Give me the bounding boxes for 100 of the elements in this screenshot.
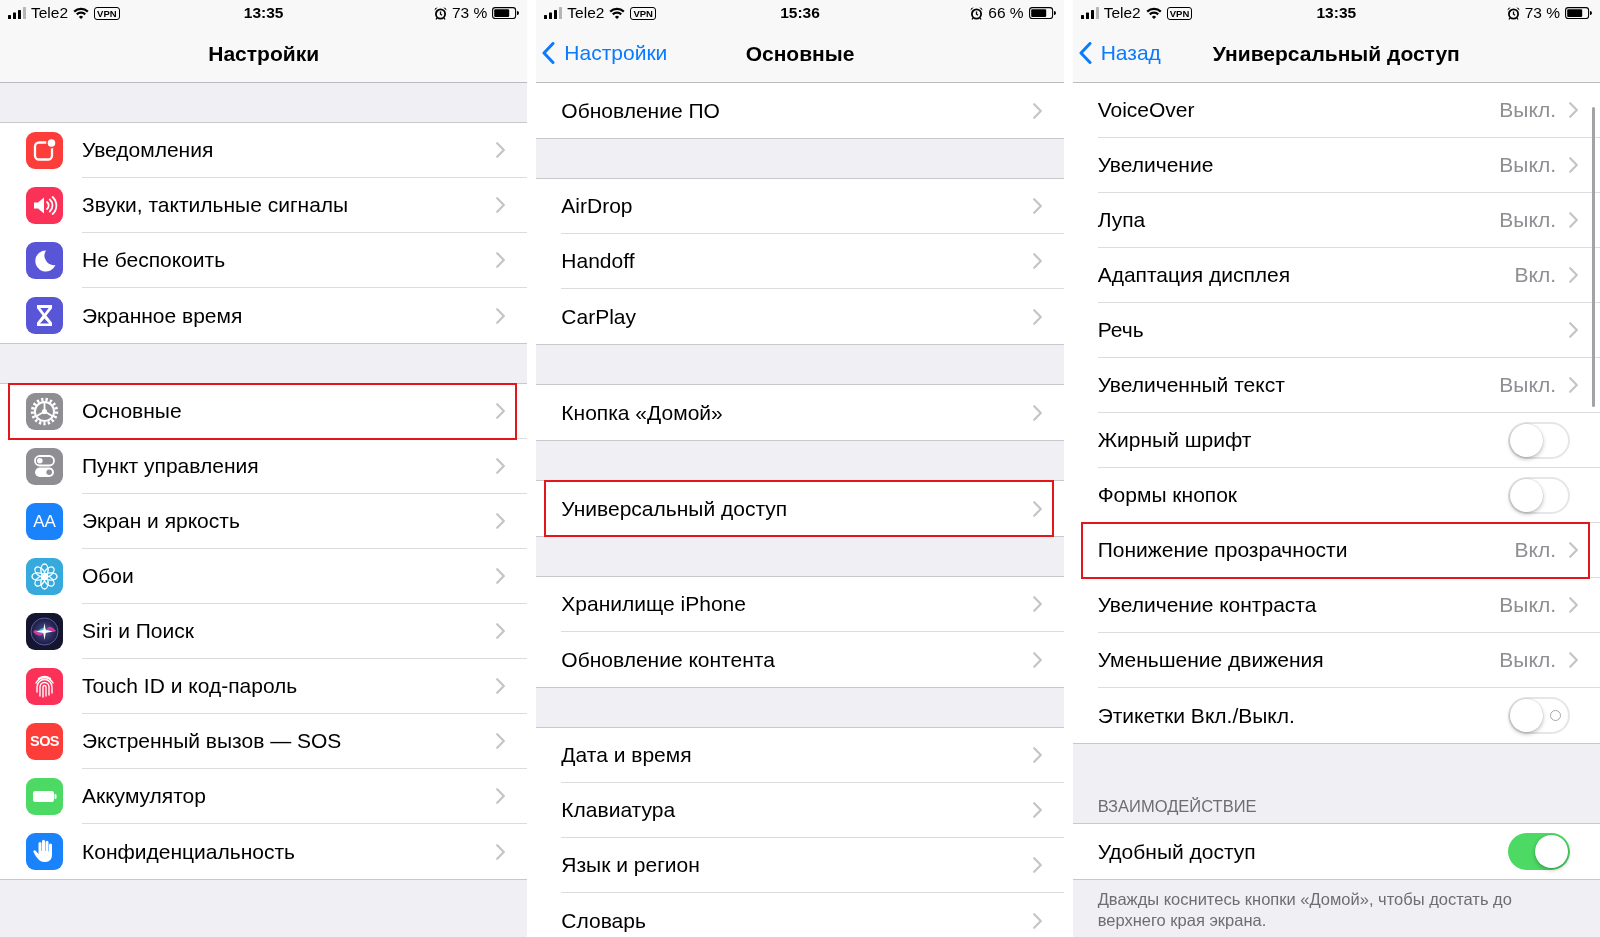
setting-value: Выкл.: [1499, 98, 1556, 122]
chevron-right-icon: [496, 142, 506, 158]
section-footer: Дважды коснитесь кнопки «Домой», чтобы достать до верхнего края экрана.: [1072, 880, 1593, 931]
battery-percent: 73 %: [452, 4, 488, 22]
setting-label[interactable]: Обновление ПО: [561, 98, 720, 123]
setting-label[interactable]: Адаптация дисплея: [1097, 263, 1291, 287]
setting-label[interactable]: VoiceOver: [1097, 98, 1195, 122]
chevron-right-icon: [1032, 198, 1042, 214]
setting-label[interactable]: Клавиатура: [561, 798, 676, 822]
fingerprint-icon: [26, 668, 63, 705]
screen-title: Настройки: [208, 42, 320, 65]
chevron-right-icon: [496, 513, 506, 529]
alarm-clock-icon: [1506, 6, 1520, 20]
setting-label[interactable]: Touch ID и код-пароль: [82, 674, 298, 698]
hourglass-icon: [26, 297, 63, 334]
chevron-right-icon: [1032, 500, 1042, 517]
setting-label[interactable]: Уведомления: [82, 138, 214, 162]
battery-icon: [1565, 6, 1592, 20]
battery-icon: [1028, 6, 1056, 20]
alarm-clock-icon: [434, 6, 447, 20]
chevron-right-icon: [1032, 404, 1042, 421]
setting-label[interactable]: Увеличенный текст: [1097, 373, 1285, 397]
chevron-right-icon: [1032, 596, 1042, 612]
battery-icon: [26, 778, 63, 815]
toggle-switch[interactable]: [1508, 833, 1570, 870]
wifi-icon: [73, 7, 90, 19]
setting-label[interactable]: Хранилище iPhone: [561, 592, 746, 616]
setting-label: Удобный доступ: [1097, 839, 1256, 864]
setting-label[interactable]: AirDrop: [561, 194, 633, 218]
speaker-icon: [26, 187, 63, 224]
setting-label[interactable]: Понижение прозрачности: [1097, 538, 1348, 562]
sos-icon: SOS: [26, 723, 63, 760]
chevron-right-icon: [1569, 157, 1578, 173]
vpn-indicator: VPN: [1166, 6, 1193, 20]
battery-percent: 73 %: [1524, 4, 1560, 22]
chevron-right-icon: [496, 197, 506, 213]
chevron-right-icon: [496, 307, 506, 324]
setting-label[interactable]: Увеличение контраста: [1097, 593, 1317, 617]
chevron-right-icon: [496, 458, 506, 474]
chevron-right-icon: [1032, 102, 1042, 119]
vpn-indicator: VPN: [630, 6, 656, 20]
battery-percent: 66 %: [988, 4, 1024, 22]
chevron-left-icon[interactable]: [542, 41, 556, 64]
toggle-switch[interactable]: [1508, 476, 1570, 514]
setting-label[interactable]: Лупа: [1097, 208, 1146, 232]
setting-label[interactable]: Siri и Поиск: [82, 619, 194, 643]
chevron-right-icon: [1569, 212, 1578, 228]
setting-label[interactable]: Увеличение: [1097, 153, 1214, 177]
setting-label[interactable]: Экран и яркость: [82, 509, 240, 533]
chevron-right-icon: [1569, 267, 1578, 283]
battery-icon: [492, 6, 520, 20]
setting-value: Выкл.: [1499, 648, 1556, 672]
setting-label[interactable]: Обновление контента: [561, 647, 775, 672]
status-time: 13:35: [243, 4, 284, 21]
setting-label[interactable]: Экранное время: [82, 303, 243, 328]
setting-label[interactable]: Экстренный вызов — SOS: [82, 729, 342, 753]
setting-label[interactable]: Универсальный доступ: [561, 496, 788, 521]
back-button[interactable]: Назад: [1072, 40, 1161, 65]
setting-label[interactable]: Уменьшение движения: [1097, 648, 1324, 672]
setting-label[interactable]: Кнопка «Домой»: [561, 400, 723, 425]
carrier-name: Tele2: [31, 4, 69, 22]
setting-label[interactable]: Словарь: [561, 908, 646, 933]
setting-label[interactable]: Не беспокоить: [82, 248, 226, 272]
moon-icon: [26, 242, 63, 279]
setting-label[interactable]: Дата и время: [561, 743, 692, 767]
setting-label[interactable]: Обои: [82, 564, 134, 588]
chevron-right-icon: [1032, 802, 1042, 818]
chevron-right-icon: [496, 403, 506, 419]
setting-label[interactable]: Аккумулятор: [82, 784, 206, 808]
setting-label[interactable]: Пункт управления: [82, 454, 259, 478]
wifi-icon: [609, 7, 626, 19]
setting-label[interactable]: Речь: [1097, 318, 1144, 342]
back-button[interactable]: Настройки: [536, 40, 668, 65]
chevron-right-icon: [496, 733, 506, 749]
chevron-right-icon: [1569, 597, 1578, 613]
chevron-right-icon: [1032, 308, 1042, 325]
hand-icon: [26, 833, 63, 870]
gear-icon: [26, 393, 63, 430]
chevron-right-icon: [496, 788, 506, 804]
screen-title: Основные: [745, 42, 855, 65]
chevron-left-icon[interactable]: [1078, 41, 1092, 64]
setting-label: Этикетки Вкл./Выкл.: [1097, 703, 1295, 728]
setting-label[interactable]: Язык и регион: [561, 853, 700, 877]
chevron-right-icon: [1569, 102, 1578, 118]
setting-label[interactable]: Звуки, тактильные сигналы: [82, 193, 349, 217]
signal-icon: [8, 7, 26, 19]
toggle-switch[interactable]: [1508, 421, 1570, 459]
setting-label[interactable]: Конфиденциальность: [82, 839, 295, 864]
chevron-right-icon: [1032, 253, 1042, 269]
chevron-right-icon: [1569, 322, 1578, 338]
chevron-right-icon: [1032, 857, 1042, 873]
setting-label[interactable]: Основные: [82, 399, 182, 423]
setting-label[interactable]: CarPlay: [561, 304, 637, 329]
toggle-switch[interactable]: [1508, 697, 1570, 734]
notification-badge-icon: [26, 132, 63, 169]
chevron-right-icon: [496, 568, 506, 584]
carrier-name: Tele2: [567, 4, 605, 22]
status-time: 15:36: [780, 4, 820, 21]
status-time: 13:35: [1316, 4, 1357, 21]
setting-label[interactable]: Handoff: [561, 249, 635, 273]
